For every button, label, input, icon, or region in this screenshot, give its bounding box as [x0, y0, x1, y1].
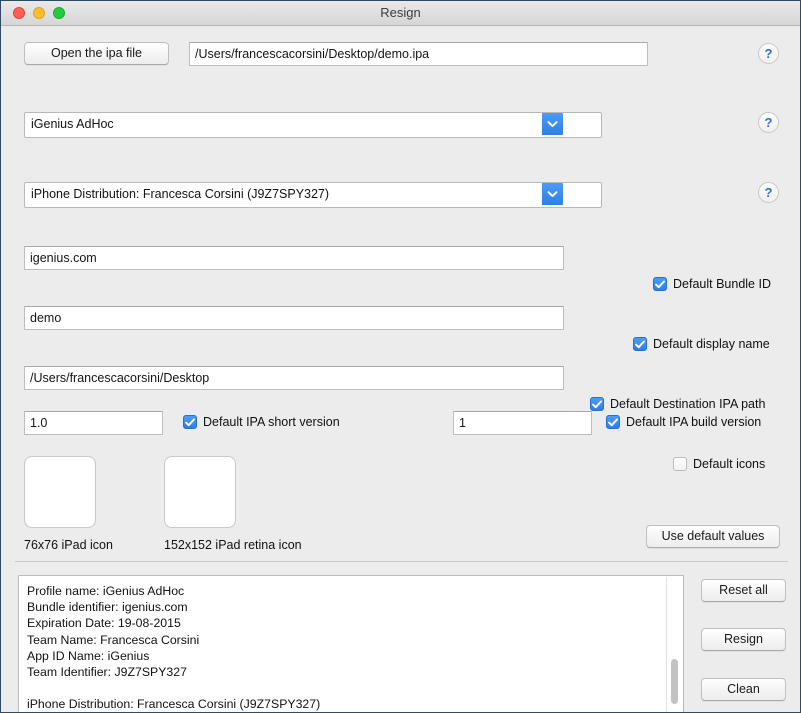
help-icon-ipa[interactable]: ?	[758, 43, 779, 64]
checkbox-checked-icon[interactable]	[183, 415, 197, 429]
checkbox-checked-icon[interactable]	[590, 397, 604, 411]
default-bundle-id-label: Default Bundle ID	[673, 277, 771, 291]
default-build-version-checkbox-row[interactable]: Default IPA build version	[606, 412, 761, 432]
checkbox-checked-icon[interactable]	[633, 337, 647, 351]
ipa-path-input[interactable]	[189, 42, 648, 66]
resign-button[interactable]: Resign	[701, 628, 786, 651]
open-ipa-file-button[interactable]: Open the ipa file	[24, 42, 169, 65]
help-icon-certificate[interactable]: ?	[758, 182, 779, 203]
signing-certificate-value: iPhone Distribution: Francesca Corsini (…	[24, 182, 602, 208]
default-display-name-label: Default display name	[653, 337, 770, 351]
default-build-version-label: Default IPA build version	[626, 415, 762, 429]
chevron-down-icon[interactable]	[542, 113, 563, 135]
default-icons-label: Default icons	[693, 457, 766, 471]
chevron-down-icon[interactable]	[542, 183, 563, 205]
checkbox-checked-icon[interactable]	[606, 415, 620, 429]
default-bundle-id-checkbox-row[interactable]: Default Bundle ID	[653, 274, 771, 294]
bundle-id-input[interactable]	[24, 246, 564, 270]
log-scrollbar[interactable]	[666, 577, 682, 712]
section-divider	[15, 561, 788, 562]
default-short-version-label: Default IPA short version	[203, 415, 340, 429]
use-default-values-button[interactable]: Use default values	[646, 525, 780, 548]
provisioning-profile-value: iGenius AdHoc	[24, 112, 602, 138]
window-content: Open the ipa file ? iGenius AdHoc ? iPho…	[1, 26, 800, 712]
default-destination-path-label: Default Destination IPA path	[610, 397, 766, 411]
ipad-icon-well-152[interactable]	[164, 456, 236, 528]
log-output-area[interactable]: Profile name: iGenius AdHoc Bundle ident…	[18, 575, 684, 712]
default-display-name-checkbox-row[interactable]: Default display name	[633, 334, 770, 354]
display-name-input[interactable]	[24, 306, 564, 330]
ipad-icon-152-label: 152x152 iPad retina icon	[164, 538, 302, 552]
destination-path-input[interactable]	[24, 366, 564, 390]
window-titlebar: Resign	[1, 1, 800, 26]
help-icon-profile[interactable]: ?	[758, 112, 779, 133]
short-version-input[interactable]	[24, 411, 163, 435]
ipad-icon-well-76[interactable]	[24, 456, 96, 528]
default-destination-path-checkbox-row[interactable]: Default Destination IPA path	[590, 394, 765, 414]
default-short-version-checkbox-row[interactable]: Default IPA short version	[183, 412, 340, 432]
provisioning-profile-select[interactable]: iGenius AdHoc	[24, 112, 602, 138]
build-version-input[interactable]	[453, 411, 592, 435]
reset-all-button[interactable]: Reset all	[701, 579, 786, 602]
signing-certificate-select[interactable]: iPhone Distribution: Francesca Corsini (…	[24, 182, 602, 208]
window-title: Resign	[380, 5, 421, 20]
ipad-icon-76-label: 76x76 iPad icon	[24, 538, 113, 552]
checkbox-unchecked-icon[interactable]	[673, 457, 687, 471]
log-output-text: Profile name: iGenius AdHoc Bundle ident…	[27, 584, 321, 712]
default-icons-checkbox-row[interactable]: Default icons	[673, 454, 765, 474]
checkbox-checked-icon[interactable]	[653, 277, 667, 291]
clean-button[interactable]: Clean	[701, 678, 786, 701]
resign-window: Resign Open the ipa file ? iGenius AdHoc…	[0, 0, 801, 713]
log-scrollbar-thumb[interactable]	[671, 659, 678, 704]
